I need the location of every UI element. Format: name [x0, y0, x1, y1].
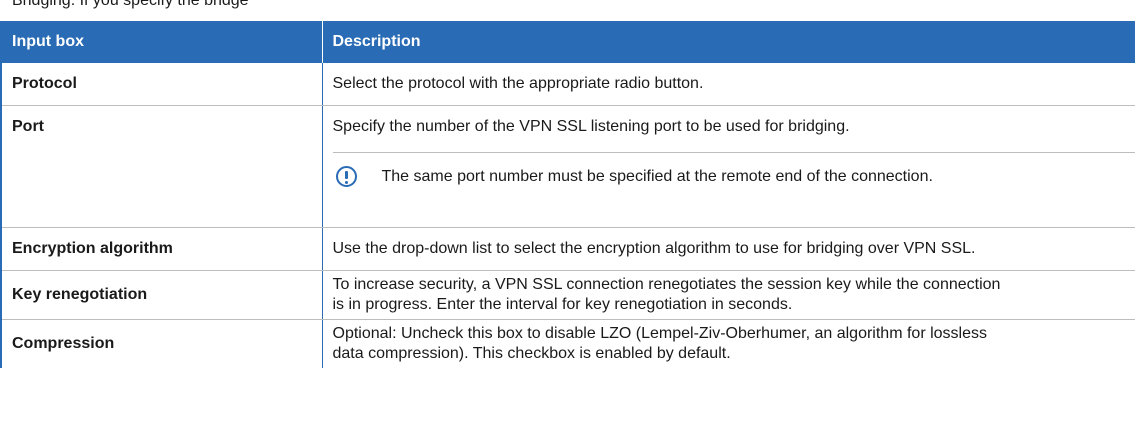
- row-description-text: Use the drop-down list to select the enc…: [332, 240, 976, 257]
- row-label: Key renegotiation: [0, 270, 322, 320]
- row-description: Select the protocol with the appropriate…: [321, 63, 1135, 106]
- note-text: The same port number must be specified a…: [381, 168, 933, 185]
- row-label: Port: [0, 105, 322, 228]
- description-line: Optional: Uncheck this box to disable LZ…: [332, 325, 988, 342]
- description-line: is in progress. Enter the interval for k…: [332, 296, 793, 313]
- row-description: Specify the number of the VPN SSL listen…: [332, 118, 850, 135]
- row-description: To increase security, a VPN SSL connecti…: [321, 270, 1135, 320]
- table-row: Port Specify the number of the VPN SSL l…: [0, 105, 1135, 228]
- description-line: data compression). This checkbox is enab…: [332, 345, 731, 362]
- table-row: Protocol Select the protocol with the ap…: [0, 63, 1135, 106]
- exclamation-circle-icon: [335, 166, 357, 187]
- row-description: Optional: Uncheck this box to disable LZ…: [321, 319, 1135, 368]
- row-label: Compression: [0, 319, 322, 368]
- table-row: Compression Optional: Uncheck this box t…: [0, 319, 1135, 368]
- note-divider: [332, 152, 1135, 153]
- clipped-caption-line: Bridging. If you specify the bridge: [0, 0, 1135, 13]
- column-header-description: Description: [321, 21, 1135, 63]
- description-line: To increase security, a VPN SSL connecti…: [332, 276, 1001, 293]
- table-header-row: Input box Description: [0, 21, 1135, 63]
- row-label: Protocol: [0, 63, 322, 106]
- table-row: Key renegotiation To increase security, …: [0, 270, 1135, 320]
- table-row: Encryption algorithm Use the drop-down l…: [0, 227, 1135, 271]
- column-header-input-box: Input box: [0, 21, 322, 63]
- row-label: Encryption algorithm: [0, 227, 322, 271]
- input-box-description-table: Input box Description Protocol Select th…: [0, 21, 1135, 368]
- row-description: Use the drop-down list to select the enc…: [321, 227, 1135, 271]
- caption-text: Bridging. If you specify the bridge: [12, 0, 249, 9]
- row-description-cell: Specify the number of the VPN SSL listen…: [321, 105, 1135, 228]
